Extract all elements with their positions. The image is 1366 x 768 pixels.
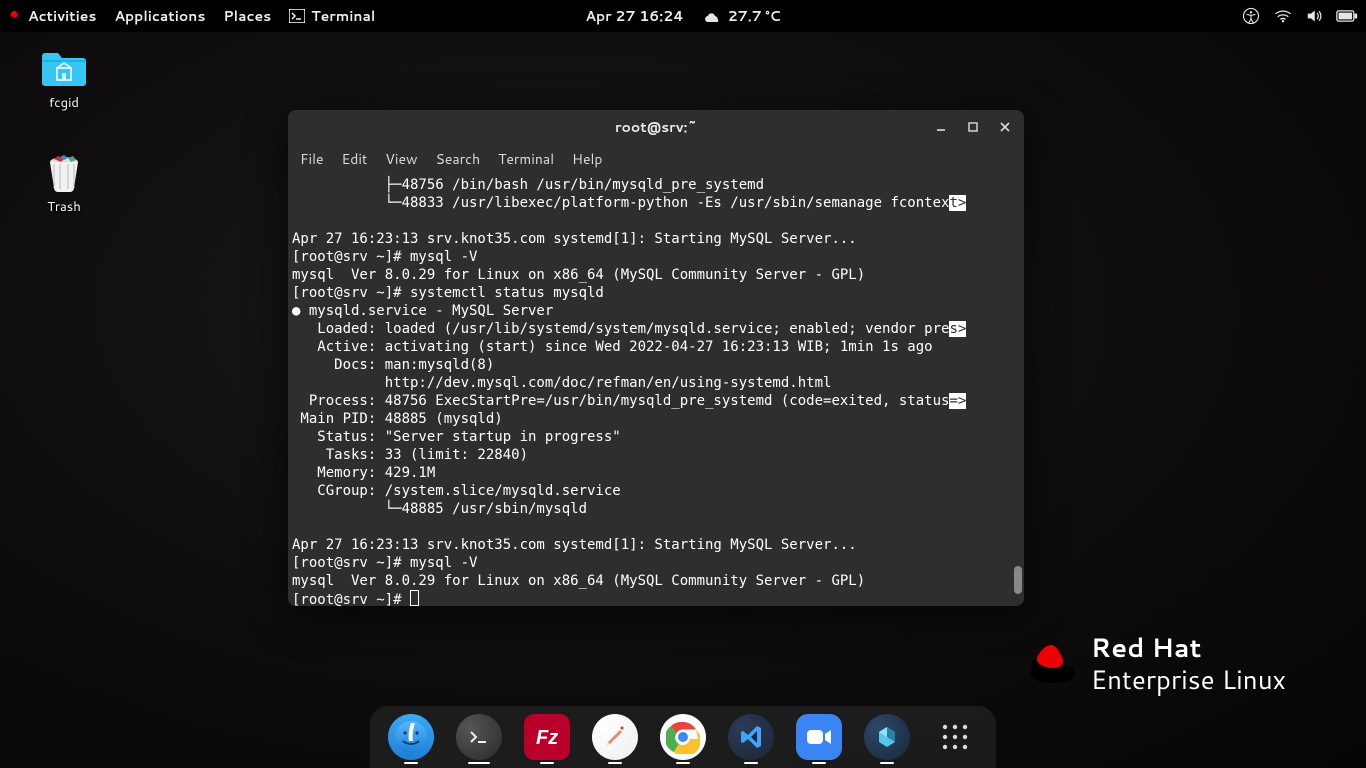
chrome-icon <box>666 720 700 754</box>
term-line: Apr 27 16:23:13 srv.knot35.com systemd[1… <box>292 231 857 247</box>
term-line: ● mysqld.service - MySQL Server <box>292 303 553 319</box>
term-line: └─48885 /usr/sbin/mysqld <box>292 501 587 517</box>
applications-label: Applications <box>114 6 205 26</box>
dock-app-grid[interactable] <box>932 714 978 760</box>
term-line: http://dev.mysql.com/doc/refman/en/using… <box>292 375 831 391</box>
battery-icon[interactable] <box>1336 10 1358 22</box>
dock-app-hexagon[interactable] <box>864 714 910 760</box>
volume-icon[interactable] <box>1306 9 1322 23</box>
redhat-logo-icon <box>8 9 22 23</box>
desktop-icon-trash[interactable]: Trash <box>24 152 104 216</box>
term-wrap-indicator: t> <box>949 195 966 211</box>
activities-label: Activities <box>28 6 96 26</box>
dock: Fz <box>370 706 996 768</box>
focused-app-terminal[interactable]: Terminal <box>289 6 375 26</box>
pencil-icon <box>601 723 629 751</box>
places-menu[interactable]: Places <box>223 6 271 26</box>
term-line: ├─48756 /bin/bash /usr/bin/mysqld_pre_sy… <box>292 177 764 193</box>
finder-icon <box>395 721 427 753</box>
term-wrap-indicator: => <box>949 393 966 409</box>
scrollbar-thumb[interactable] <box>1014 566 1022 594</box>
menu-search[interactable]: Search <box>436 149 481 169</box>
menu-file[interactable]: File <box>300 149 324 169</box>
term-line: Active: activating (start) since Wed 202… <box>292 339 933 355</box>
term-line: [root@srv ~]# mysql -V <box>292 555 477 571</box>
weather-temp: 27.7 °C <box>728 6 781 26</box>
terminal-menubar: File Edit View Search Terminal Help <box>288 144 1024 174</box>
term-line: Main PID: 48885 (mysqld) <box>292 411 503 427</box>
focused-app-label: Terminal <box>311 6 375 26</box>
term-line: Apr 27 16:23:13 srv.knot35.com systemd[1… <box>292 537 857 553</box>
term-line: └─48833 /usr/libexec/platform-python -Es… <box>292 195 949 211</box>
term-line: [root@srv ~]# systemctl status mysqld <box>292 285 604 301</box>
desktop-icon-label: Trash <box>24 198 104 216</box>
term-line: Loaded: loaded (/usr/lib/systemd/system/… <box>292 321 949 337</box>
folder-icon <box>40 48 88 88</box>
menu-help[interactable]: Help <box>572 149 602 169</box>
term-prompt: [root@srv ~]# <box>292 592 410 606</box>
dock-app-filezilla[interactable]: Fz <box>524 714 570 760</box>
dock-app-finder[interactable] <box>388 714 434 760</box>
terminal-titlebar[interactable]: root@srv:~ <box>288 110 1024 144</box>
activities-button[interactable]: Activities <box>8 6 96 26</box>
dock-app-zoom[interactable] <box>796 714 842 760</box>
dock-app-chrome[interactable] <box>660 714 706 760</box>
cursor <box>410 590 419 606</box>
clock[interactable]: Apr 27 16:24 <box>585 6 683 26</box>
term-line: CGroup: /system.slice/mysqld.service <box>292 483 621 499</box>
vscode-icon <box>738 724 764 750</box>
terminal-output[interactable]: ├─48756 /bin/bash /usr/bin/mysqld_pre_sy… <box>288 174 1024 606</box>
term-line: mysql Ver 8.0.29 for Linux on x86_64 (My… <box>292 267 865 283</box>
menu-view[interactable]: View <box>385 149 417 169</box>
cloud-icon <box>704 9 722 23</box>
svg-text:Fz: Fz <box>536 727 558 749</box>
term-line: Process: 48756 ExecStartPre=/usr/bin/mys… <box>292 393 949 409</box>
apps-grid-icon <box>940 722 970 752</box>
desktop-icon-fcgid[interactable]: fcgid <box>24 48 104 112</box>
term-line: Tasks: 33 (limit: 22840) <box>292 447 528 463</box>
term-line: mysql Ver 8.0.29 for Linux on x86_64 (My… <box>292 573 865 589</box>
term-line: Docs: man:mysqld(8) <box>292 357 494 373</box>
term-line: [root@srv ~]# mysql -V <box>292 249 477 265</box>
terminal-icon <box>289 9 305 23</box>
maximize-button[interactable] <box>960 114 986 140</box>
dock-app-vscode[interactable] <box>728 714 774 760</box>
weather[interactable]: 27.7 °C <box>704 6 781 26</box>
brand-line1: Red Hat <box>1091 630 1286 666</box>
redhat-fedora-icon <box>1029 644 1077 684</box>
filezilla-icon: Fz <box>532 722 562 752</box>
term-line: Status: "Server startup in progress" <box>292 429 621 445</box>
hexagon-icon <box>874 724 900 750</box>
places-label: Places <box>223 6 271 26</box>
desktop-icon-label: fcgid <box>24 94 104 112</box>
top-bar: Activities Applications Places Terminal … <box>0 0 1366 32</box>
minimize-button[interactable] <box>928 114 954 140</box>
brand-line2: Enterprise Linux <box>1091 662 1286 698</box>
trash-icon <box>40 152 88 192</box>
dock-app-terminal[interactable] <box>456 714 502 760</box>
term-wrap-indicator: s> <box>949 321 966 337</box>
branding: Red Hat Enterprise Linux <box>1029 630 1286 698</box>
camera-icon <box>805 727 833 747</box>
term-line: Memory: 429.1M <box>292 465 435 481</box>
menu-edit[interactable]: Edit <box>342 149 368 169</box>
close-button[interactable] <box>992 114 1018 140</box>
dock-app-gedit[interactable] <box>592 714 638 760</box>
wifi-icon[interactable] <box>1274 9 1292 23</box>
accessibility-icon[interactable] <box>1242 7 1260 25</box>
window-title: root@srv:~ <box>615 117 697 137</box>
applications-menu[interactable]: Applications <box>114 6 205 26</box>
menu-terminal[interactable]: Terminal <box>498 149 554 169</box>
terminal-icon <box>468 728 490 746</box>
terminal-window: root@srv:~ File Edit View Search Termina… <box>288 110 1024 606</box>
